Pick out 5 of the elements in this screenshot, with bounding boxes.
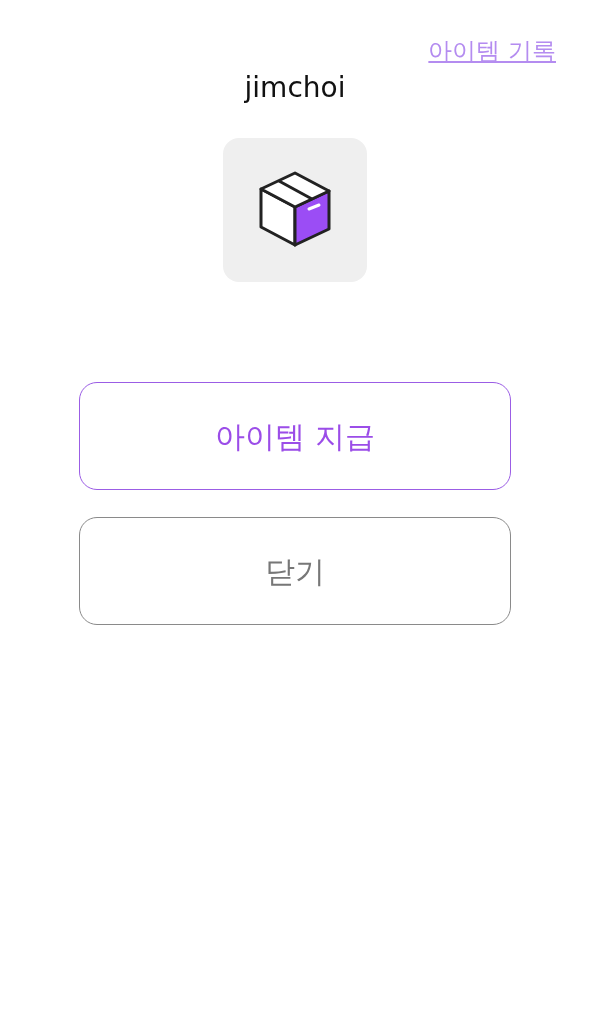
username: jimchoi [244, 70, 346, 106]
item-history-link[interactable]: 아이템 기록 [428, 34, 556, 68]
close-button[interactable]: 닫기 [79, 517, 511, 625]
box-icon [257, 171, 333, 249]
grant-item-button[interactable]: 아이템 지급 [79, 382, 511, 490]
